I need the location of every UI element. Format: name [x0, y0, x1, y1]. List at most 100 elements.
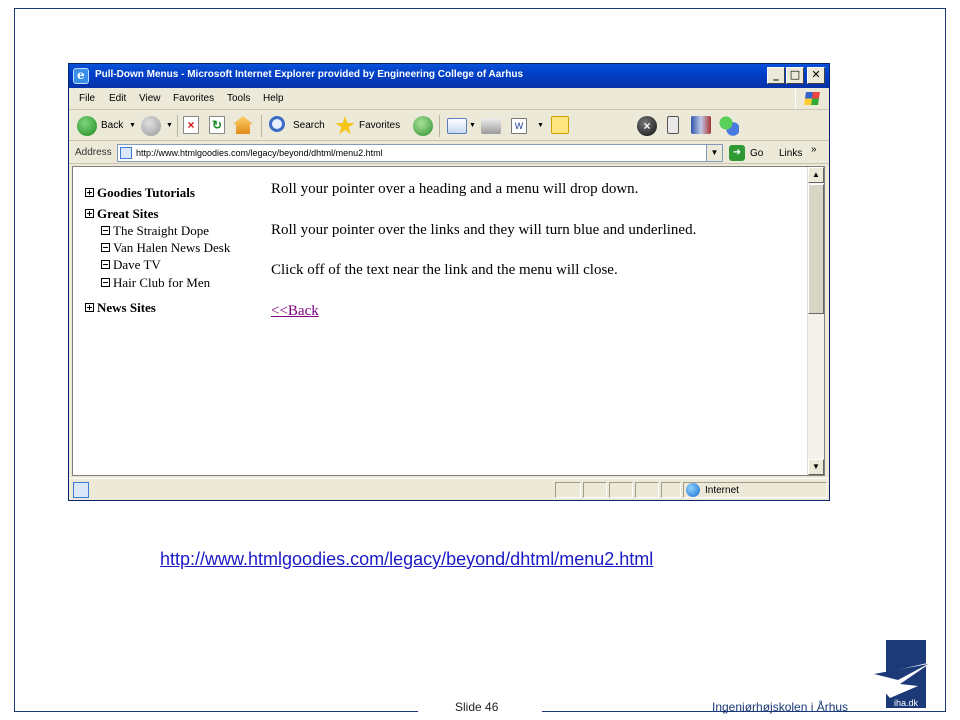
go-button[interactable]: Go: [750, 148, 763, 159]
internet-globe-icon: [686, 483, 700, 497]
status-panel: [555, 482, 581, 498]
forward-arrow-icon[interactable]: [141, 116, 161, 136]
stop-icon[interactable]: ×: [183, 116, 199, 134]
title-bar[interactable]: e Pull-Down Menus - Microsoft Internet E…: [69, 64, 829, 88]
minimize-button[interactable]: _: [767, 67, 785, 84]
school-name: Ingeniørhøjskolen i Århus: [712, 700, 849, 714]
menu-item-label: Hair Club for Men: [113, 275, 211, 290]
menu-heading-label: Great Sites: [97, 206, 159, 221]
scroll-up-icon[interactable]: ▲: [808, 167, 824, 183]
slide-frame-left: [14, 8, 15, 712]
menu-item-label: Van Halen News Desk: [113, 240, 231, 255]
history-icon[interactable]: [413, 116, 433, 136]
messenger-block-icon[interactable]: ×: [637, 116, 657, 136]
favorites-star-icon[interactable]: [335, 116, 355, 135]
back-link[interactable]: <<Back: [271, 303, 319, 320]
toolbar-separator: [261, 115, 262, 137]
menu-heading-label: News Sites: [97, 300, 156, 315]
maximize-button[interactable]: □: [786, 67, 804, 84]
close-button[interactable]: ✕: [807, 67, 825, 84]
slide-frame-bottom-left: [14, 711, 418, 712]
status-panel: [635, 482, 659, 498]
edit-dropdown-icon[interactable]: ▼: [537, 122, 544, 129]
toolbar-separator: [439, 115, 440, 137]
refresh-icon[interactable]: ↻: [209, 116, 225, 134]
menu-view[interactable]: View: [139, 93, 161, 104]
collapse-minus-icon: [101, 243, 110, 252]
page-content: Goodies Tutorials Great Sites The Straig…: [72, 166, 825, 476]
windows-flag-icon: [795, 89, 825, 109]
media-icon[interactable]: [691, 116, 711, 134]
expand-plus-icon: [85, 188, 94, 197]
collapse-minus-icon: [101, 226, 110, 235]
status-panel: [609, 482, 633, 498]
links-chevron-icon[interactable]: »: [811, 144, 817, 155]
slide-number: Slide 46: [455, 700, 499, 714]
menu-item-dave-tv[interactable]: Dave TV: [101, 257, 161, 273]
go-arrow-icon[interactable]: ➜: [729, 145, 745, 161]
menu-item-label: Dave TV: [113, 257, 161, 272]
mail-icon[interactable]: [447, 118, 467, 134]
menu-file[interactable]: File: [79, 93, 95, 104]
security-zone: Internet: [705, 485, 739, 496]
menu-edit[interactable]: Edit: [109, 93, 126, 104]
collapse-minus-icon: [101, 260, 110, 269]
vertical-scrollbar[interactable]: ▲ ▼: [807, 167, 824, 475]
favorites-button[interactable]: Favorites: [359, 120, 400, 131]
menu-favorites[interactable]: Favorites: [173, 93, 214, 104]
scroll-down-icon[interactable]: ▼: [808, 459, 824, 475]
links-button[interactable]: Links: [779, 148, 802, 159]
expand-plus-icon: [85, 303, 94, 312]
slide-url-link[interactable]: http://www.htmlgoodies.com/legacy/beyond…: [160, 549, 653, 570]
back-dropdown-icon[interactable]: ▼: [129, 122, 136, 129]
edit-word-icon[interactable]: W: [511, 118, 527, 134]
address-input[interactable]: http://www.htmlgoodies.com/legacy/beyond…: [117, 144, 723, 162]
browser-window: e Pull-Down Menus - Microsoft Internet E…: [68, 63, 830, 501]
forward-dropdown-icon[interactable]: ▼: [166, 122, 173, 129]
paragraph: Click off of the text near the link and …: [271, 262, 618, 278]
mail-dropdown-icon[interactable]: ▼: [469, 122, 476, 129]
scroll-thumb[interactable]: [808, 184, 824, 314]
collapse-minus-icon: [101, 278, 110, 287]
expand-plus-icon: [85, 209, 94, 218]
slide-frame-top: [14, 8, 946, 9]
status-panel: [661, 482, 681, 498]
menu-item-label: The Straight Dope: [113, 223, 210, 238]
search-button[interactable]: Search: [293, 120, 325, 131]
menu-help[interactable]: Help: [263, 93, 284, 104]
menu-item-straight-dope[interactable]: The Straight Dope: [101, 223, 209, 239]
discuss-note-icon[interactable]: [551, 116, 569, 134]
menu-heading-great-sites[interactable]: Great Sites: [85, 206, 159, 222]
research-icon[interactable]: [667, 116, 679, 134]
slide-frame-right: [945, 8, 946, 712]
status-bar: Internet: [69, 478, 829, 500]
menu-heading-news-sites[interactable]: News Sites: [85, 300, 156, 316]
status-panel: [583, 482, 607, 498]
home-icon[interactable]: [233, 116, 253, 134]
window-title: Pull-Down Menus - Microsoft Internet Exp…: [95, 69, 524, 80]
address-url[interactable]: http://www.htmlgoodies.com/legacy/beyond…: [136, 148, 383, 158]
print-icon[interactable]: [481, 118, 501, 134]
address-dropdown-icon[interactable]: ▼: [706, 145, 722, 161]
menu-bar: File Edit View Favorites Tools Help: [69, 88, 829, 110]
menu-tools[interactable]: Tools: [227, 93, 250, 104]
page-status-icon: [73, 482, 89, 498]
back-button[interactable]: Back: [101, 120, 123, 131]
ie-logo-icon: e: [73, 68, 89, 84]
address-label: Address: [75, 147, 112, 158]
search-icon[interactable]: [269, 116, 285, 132]
menu-item-van-halen[interactable]: Van Halen News Desk: [101, 240, 230, 256]
page-favicon-icon: [120, 147, 132, 159]
messenger-icon[interactable]: [719, 116, 739, 136]
toolbar: Back ▼ ▼ × ↻ Search Favorites ▼ W ▼ ×: [69, 111, 829, 141]
menu-item-hair-club[interactable]: Hair Club for Men: [101, 275, 210, 291]
menu-heading-goodies[interactable]: Goodies Tutorials: [85, 185, 195, 201]
paragraph: Roll your pointer over a heading and a m…: [271, 181, 639, 197]
menu-heading-label: Goodies Tutorials: [97, 185, 195, 200]
address-bar: Address http://www.htmlgoodies.com/legac…: [69, 142, 829, 164]
iha-logo-icon: iha.dk: [870, 640, 932, 708]
logo-text: iha.dk: [894, 698, 919, 708]
back-arrow-icon[interactable]: [77, 116, 97, 136]
paragraph: Roll your pointer over the links and the…: [271, 222, 697, 238]
toolbar-separator: [177, 115, 178, 137]
